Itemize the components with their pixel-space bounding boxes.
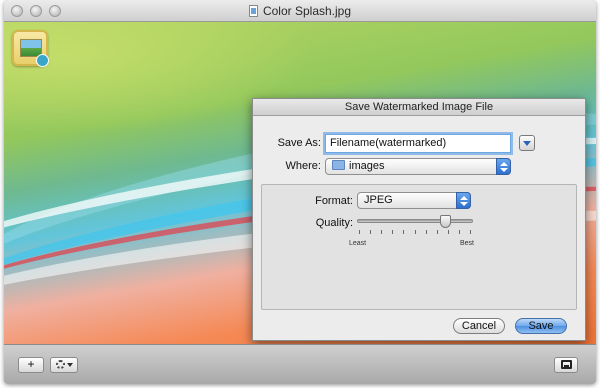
slider-tick [459, 230, 460, 234]
filename-input[interactable]: Filename(watermarked) [325, 134, 511, 153]
photo-browser-button[interactable] [554, 357, 578, 373]
popup-arrows-icon [496, 158, 511, 175]
where-value: images [349, 160, 385, 172]
slider-tick [370, 230, 371, 234]
quality-slider[interactable] [357, 219, 473, 223]
slider-tick [426, 230, 427, 234]
save-button[interactable]: Save [515, 318, 567, 334]
bottom-toolbar: + [4, 344, 596, 384]
slider-tick [470, 230, 471, 234]
quality-ticks [359, 230, 471, 235]
photo-icon [560, 360, 572, 369]
title-bar: Color Splash.jpg [4, 0, 596, 22]
gear-badge-icon [36, 54, 49, 67]
slider-tick [381, 230, 382, 234]
slider-tick [392, 230, 393, 234]
gear-icon [55, 360, 65, 369]
window-title-area: Color Splash.jpg [4, 4, 596, 18]
popup-arrows-icon [456, 192, 471, 209]
action-menu-button[interactable] [50, 357, 78, 373]
format-value: JPEG [364, 194, 393, 206]
where-label: Where: [285, 160, 321, 172]
quality-label: Quality: [315, 217, 353, 229]
dialog-title: Save Watermarked Image File [253, 99, 585, 116]
format-label: Format: [315, 195, 353, 207]
expand-dialog-button[interactable] [519, 135, 535, 151]
slider-tick [415, 230, 416, 234]
slider-tick [403, 230, 404, 234]
where-popup[interactable]: images [325, 158, 511, 175]
slider-tick [437, 230, 438, 234]
save-dialog: Save Watermarked Image File Save As: Fil… [252, 98, 586, 341]
photo-watermark-app-icon [12, 30, 49, 67]
quality-slider-thumb[interactable] [439, 215, 451, 228]
chevron-down-icon [523, 141, 531, 146]
format-popup[interactable]: JPEG [357, 192, 471, 209]
app-window: Color Splash.jpg Save Watermarked Image … [4, 0, 596, 384]
add-button[interactable]: + [18, 357, 44, 373]
save-as-label: Save As: [277, 137, 321, 149]
quality-max-label: Best [460, 240, 475, 247]
quality-min-label: Least [349, 240, 367, 247]
document-icon [248, 5, 258, 17]
folder-icon [332, 160, 345, 170]
cancel-button[interactable]: Cancel [453, 318, 505, 334]
chevron-down-icon [66, 363, 73, 367]
slider-tick [359, 230, 360, 234]
window-title: Color Splash.jpg [262, 4, 352, 18]
slider-tick [448, 230, 449, 234]
